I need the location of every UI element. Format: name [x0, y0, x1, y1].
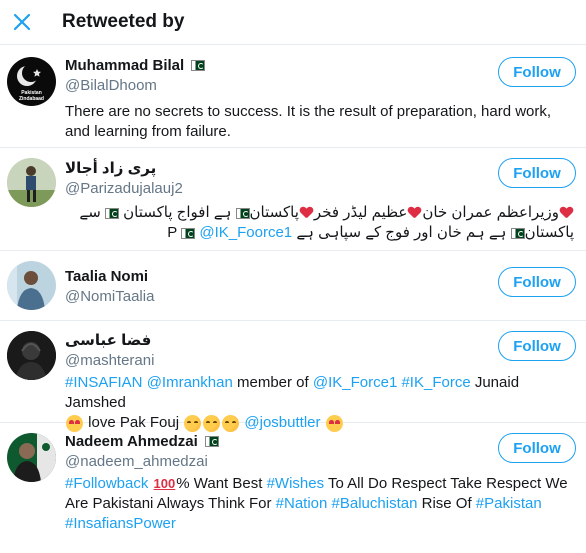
user-name[interactable]: Taalia Nomi — [65, 268, 148, 285]
user-name[interactable]: فضا عباسی — [65, 331, 151, 349]
follow-button[interactable]: Follow — [498, 331, 576, 361]
bio-hashtag-link[interactable]: #Baluchistan — [332, 495, 418, 512]
bio-hashtag-link[interactable]: #IK_Force — [401, 374, 470, 391]
pakistan-flag-icon — [510, 227, 525, 239]
bio-text: ہے ہم خان اور فوج کے سپاہی ہے — [296, 224, 507, 241]
bio-text: پاکستان — [524, 224, 574, 241]
pakistan-flag-icon — [104, 207, 119, 219]
heart-icon — [300, 207, 313, 219]
user-row[interactable]: Taalia Nomi @NomiTaalia Follow — [0, 251, 586, 321]
person-photo-icon — [7, 158, 56, 207]
pakistan-flag-icon — [181, 227, 196, 239]
person-photo-icon — [7, 433, 56, 482]
pakistan-flag-icon — [235, 207, 250, 219]
bio-mention-link[interactable]: @Imrankhan — [147, 374, 233, 391]
avatar[interactable] — [7, 331, 56, 380]
pakistan-flag-icon — [204, 436, 219, 447]
bio-hashtag-link[interactable]: #Followback — [65, 475, 148, 492]
person-photo-icon — [7, 331, 56, 380]
user-bio: There are no secrets to success. It is t… — [65, 103, 552, 140]
bio-text: وزیراعظم عمران خان — [422, 204, 559, 221]
user-name[interactable]: پری زاد أجالا — [65, 159, 156, 177]
bio-text: P — [167, 224, 178, 241]
avatar[interactable] — [7, 433, 56, 482]
bio-mention-link[interactable]: @IK_Force1 — [313, 374, 397, 391]
user-name[interactable]: Nadeem Ahmedzai — [65, 433, 198, 450]
avatar[interactable] — [7, 261, 56, 310]
close-icon — [13, 13, 31, 31]
user-row[interactable]: Nadeem Ahmedzai @nadeem_ahmedzai #Follow… — [0, 423, 586, 553]
bio-hashtag-link[interactable]: #InsafiansPower — [65, 515, 176, 532]
user-row[interactable]: Pakistan Zindabaad Muhammad Bilal @Bilal… — [0, 45, 586, 148]
bio-text: Rise Of — [421, 495, 472, 512]
avatar[interactable]: Pakistan Zindabaad — [7, 57, 56, 106]
bio-text: پاکستان — [249, 204, 299, 221]
bio-mention-link[interactable]: @IK_Foorce1 — [199, 224, 292, 241]
bio-text: member of — [236, 374, 309, 391]
bio-text: عظیم لیڈر فخر — [313, 204, 408, 221]
bio-hashtag-link[interactable]: #Nation — [276, 495, 328, 512]
bio-hashtag-link[interactable]: #Wishes — [267, 475, 325, 492]
user-bio: #Followback 100% Want Best #Wishes To Al… — [65, 474, 574, 534]
modal-header: Retweeted by — [0, 0, 586, 45]
bio-hashtag-link[interactable]: #INSAFIAN — [65, 374, 143, 391]
bio-text: سے — [79, 204, 101, 221]
modal-title: Retweeted by — [62, 11, 185, 32]
follow-button[interactable]: Follow — [498, 57, 576, 87]
bio-text: ہے افواج پاکستان — [123, 204, 232, 221]
pakistan-flag-icon — [191, 60, 206, 71]
person-photo-icon — [7, 261, 56, 310]
follow-button[interactable]: Follow — [498, 433, 576, 463]
bio-text: % Want Best — [176, 475, 263, 492]
user-row[interactable]: فضا عباسی @mashterani #INSAFIAN @Imrankh… — [0, 321, 586, 432]
user-name[interactable]: Muhammad Bilal — [65, 57, 184, 74]
user-bio: وزیراعظم عمران خان عظیم لیڈر فخر پاکستان ہ… — [65, 203, 574, 243]
user-row[interactable]: پری زاد أجالا @Parizadujalauj2 وزیراعظم … — [0, 148, 586, 251]
heart-icon — [408, 207, 421, 219]
close-button[interactable] — [8, 8, 36, 36]
bio-hashtag-link[interactable]: #Pakistan — [476, 495, 542, 512]
avatar[interactable] — [7, 158, 56, 207]
hundred-points-emoji-icon: 100 — [153, 476, 176, 491]
follow-button[interactable]: Follow — [498, 158, 576, 188]
follow-button[interactable]: Follow — [498, 267, 576, 297]
avatar-caption: Pakistan Zindabaad — [18, 90, 44, 102]
heart-icon — [560, 207, 573, 219]
